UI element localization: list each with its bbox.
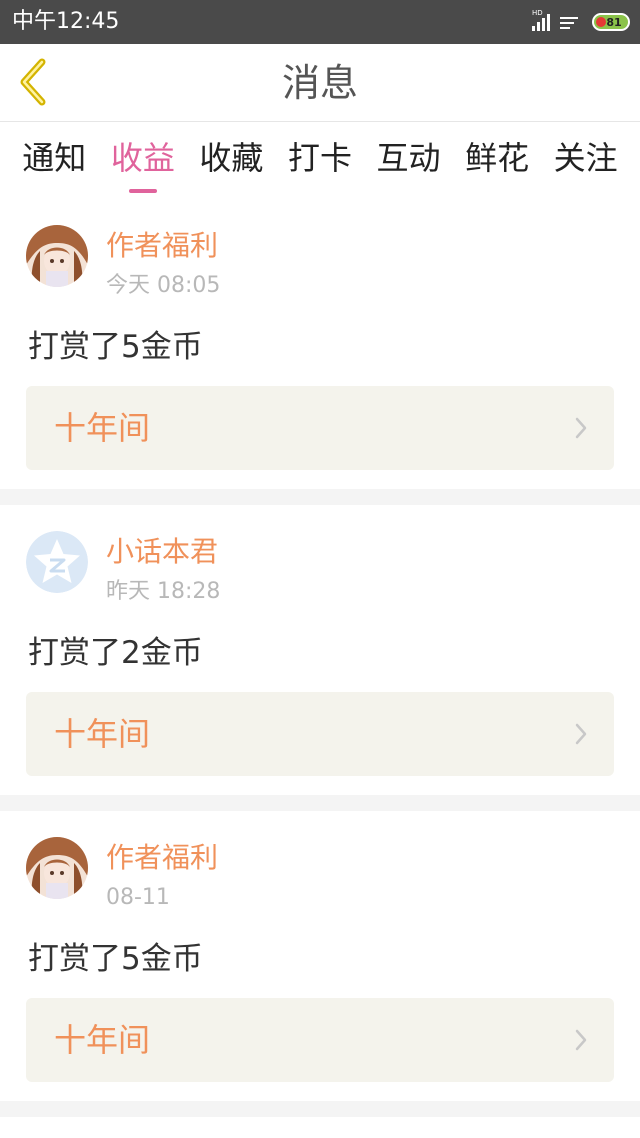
message-time: 今天 08:05 (106, 273, 221, 298)
signal-icon: HD (532, 9, 550, 31)
tab-label: 鲜花 (465, 139, 530, 177)
tab-following[interactable]: 关注 (554, 123, 618, 199)
page-title: 消息 (281, 61, 358, 105)
message-time: 08-11 (106, 885, 170, 910)
chevron-right-icon (575, 417, 587, 439)
user-name[interactable]: 小话本君 (106, 535, 218, 569)
tab-flowers[interactable]: 鲜花 (465, 123, 529, 199)
book-title: 十年间 (54, 715, 151, 753)
chevron-right-icon (575, 1029, 587, 1051)
tab-checkin[interactable]: 打卡 (288, 123, 352, 199)
tab-bar: 通知 收益 收藏 打卡 互动 鲜花 关注 (0, 123, 640, 199)
divider (0, 795, 640, 811)
battery-level: 81 (606, 15, 622, 29)
divider (0, 1101, 640, 1117)
message-time: 昨天 18:28 (106, 579, 221, 604)
active-tab-indicator (128, 189, 157, 193)
anime-girl-avatar-icon (26, 225, 88, 287)
battery-icon: 81 (592, 13, 630, 31)
book-link[interactable]: 十年间 (26, 386, 614, 470)
tab-label: 关注 (553, 139, 618, 177)
chevron-right-icon (575, 723, 587, 745)
avatar[interactable] (26, 531, 88, 593)
anime-girl-avatar-icon (26, 837, 88, 899)
status-time: 中午12:45 (12, 9, 120, 34)
network-label: HD (532, 9, 543, 17)
title-bar: 消息 (0, 44, 640, 122)
tab-label: 收益 (110, 139, 175, 177)
user-name[interactable]: 作者福利 (106, 841, 218, 875)
message-text: 打赏了5金币 (28, 941, 203, 977)
book-title: 十年间 (54, 1021, 151, 1059)
message-list: 作者福利 今天 08:05 打赏了5金币 十年间 小话本君 昨天 18:28 打… (0, 199, 640, 1117)
user-name[interactable]: 作者福利 (106, 229, 218, 263)
tab-notifications[interactable]: 通知 (22, 123, 86, 199)
tab-favorites[interactable]: 收藏 (199, 123, 263, 199)
tab-label: 通知 (22, 139, 87, 177)
tab-label: 收藏 (199, 139, 264, 177)
wifi-icon (560, 15, 582, 29)
message-card: 作者福利 今天 08:05 打赏了5金币 十年间 (0, 199, 640, 489)
star-z-avatar-icon (26, 531, 88, 593)
avatar[interactable] (26, 225, 88, 287)
message-card: 小话本君 昨天 18:28 打赏了2金币 十年间 (0, 505, 640, 795)
message-text: 打赏了5金币 (28, 329, 203, 365)
message-card: 作者福利 08-11 打赏了5金币 十年间 (0, 811, 640, 1101)
book-link[interactable]: 十年间 (26, 692, 614, 776)
tab-label: 互动 (376, 139, 441, 177)
divider (0, 489, 640, 505)
avatar[interactable] (26, 837, 88, 899)
tab-label: 打卡 (287, 139, 352, 177)
tab-interaction[interactable]: 互动 (377, 123, 441, 199)
status-bar: 中午12:45 HD 81 (0, 0, 640, 44)
tab-earnings[interactable]: 收益 (111, 123, 175, 199)
book-title: 十年间 (54, 409, 151, 447)
book-link[interactable]: 十年间 (26, 998, 614, 1082)
status-icons: HD 81 (532, 9, 630, 34)
message-text: 打赏了2金币 (28, 635, 203, 671)
